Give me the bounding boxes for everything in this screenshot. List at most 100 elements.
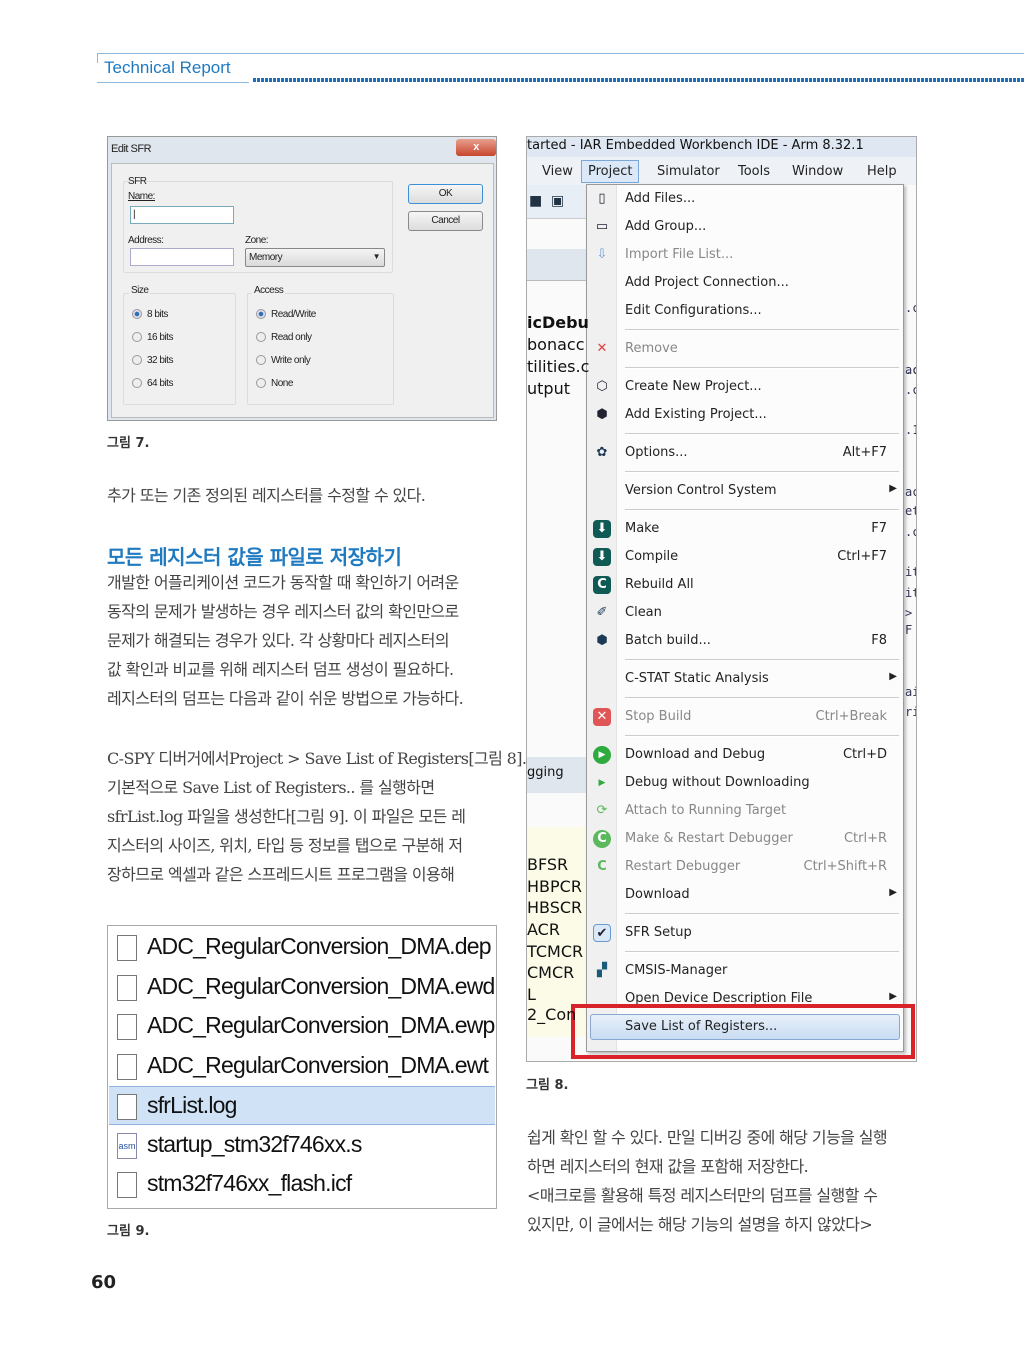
menu-item-clean[interactable]: ✐ Clean — [587, 599, 903, 627]
code-fragment: it — [905, 565, 916, 579]
menu-item-compile[interactable]: ⬇ Compile Ctrl+F7 — [587, 543, 903, 571]
radio-button-icon[interactable] — [256, 355, 266, 366]
menu-item-download-and-debug[interactable]: ▶ Download and Debug Ctrl+D — [587, 741, 903, 769]
file-row[interactable]: stm32f746xx_flash.icf — [109, 1165, 495, 1204]
menu-item-label: Add Existing Project... — [625, 407, 767, 422]
name-input[interactable]: | — [130, 206, 234, 224]
file-name: sfrList.log — [147, 1092, 237, 1118]
pane-text-fragment: icDebu — [527, 313, 589, 332]
menu-separator — [587, 325, 903, 335]
menu-item-restart-debugger[interactable]: C Restart Debugger Ctrl+Shift+R — [587, 853, 903, 881]
menu-separator — [587, 467, 903, 477]
menu-item-remove[interactable]: ✕ Remove — [587, 335, 903, 363]
compile-icon: ⬇ — [593, 548, 611, 566]
file-row[interactable]: ADC_RegularConversion_DMA.ewt — [109, 1047, 495, 1086]
figure-9-caption: 그림 9. — [107, 1224, 150, 1239]
menu-item-make[interactable]: ⬇ Make F7 — [587, 515, 903, 543]
zone-select[interactable]: Memory ▼ — [245, 248, 385, 267]
menu-item-add-group[interactable]: ▭ Add Group... — [587, 213, 903, 241]
menu-item-label: SFR Setup — [625, 925, 692, 940]
play-small-icon: ▶ — [598, 778, 606, 788]
menu-view[interactable]: View — [542, 164, 573, 179]
menu-item-create-new-project[interactable]: ⬡ Create New Project... — [587, 373, 903, 401]
menu-item-stop-build[interactable]: ✕ Stop Build Ctrl+Break — [587, 703, 903, 731]
code-fragment: ai — [905, 685, 916, 699]
radio-button-icon[interactable] — [132, 355, 142, 366]
menu-item-add-project-connection[interactable]: Add Project Connection... — [587, 269, 903, 297]
radio-button-icon[interactable] — [132, 309, 142, 320]
close-icon[interactable]: x — [456, 139, 496, 156]
radio-button-icon[interactable] — [132, 332, 142, 343]
radio-button-icon[interactable] — [132, 378, 142, 389]
menu-item-label: Debug without Downloading — [625, 775, 810, 790]
toolbar-save-all-icon[interactable]: ▣ — [551, 193, 564, 209]
menu-item-c-stat-static-analysis[interactable]: C-STAT Static Analysis ▶ — [587, 665, 903, 693]
header-dotted-rule — [253, 78, 1024, 82]
figure-7-caption: 그림 7. — [107, 436, 150, 451]
cmsis-icon: ▞ — [597, 963, 607, 978]
file-row[interactable]: ADC_RegularConversion_DMA.dep — [109, 928, 495, 967]
menu-item-label: Attach to Running Target — [625, 803, 787, 818]
size-radio-2[interactable]: 32 bits — [132, 355, 173, 366]
menu-item-cmsis-manager[interactable]: ▞ CMSIS-Manager — [587, 957, 903, 985]
menu-item-import-file-list[interactable]: ⇩ Import File List... — [587, 241, 903, 269]
radio-label: Write only — [271, 355, 311, 366]
access-radio-1[interactable]: Read only — [256, 332, 312, 343]
menu-help[interactable]: Help — [867, 164, 897, 179]
menu-item-batch-build[interactable]: ⬢ Batch build... F8 — [587, 627, 903, 655]
menu-item-attach-to-running-target[interactable]: ⟳ Attach to Running Target — [587, 797, 903, 825]
size-radio-3[interactable]: 64 bits — [132, 378, 173, 389]
text-line: C-SPY 디버거에서Project > Save List of Regist… — [107, 749, 527, 768]
radio-label: Read/Write — [271, 309, 316, 320]
size-radio-0[interactable]: 8 bits — [132, 309, 168, 320]
menu-item-sfr-setup[interactable]: ✔ SFR Setup — [587, 919, 903, 947]
menu-item-make-restart-debugger[interactable]: C Make & Restart Debugger Ctrl+R — [587, 825, 903, 853]
menu-simulator[interactable]: Simulator — [657, 164, 720, 179]
zone-label: Zone: — [245, 235, 269, 246]
menu-item-add-files[interactable]: ▯ Add Files... — [587, 185, 903, 213]
paragraph-2: C-SPY 디버거에서Project > Save List of Regist… — [107, 744, 527, 889]
code-fragment: F — [905, 623, 913, 637]
access-radio-3[interactable]: None — [256, 378, 293, 389]
file-row[interactable]: ADC_RegularConversion_DMA.ewp — [109, 1007, 495, 1046]
menu-item-options[interactable]: ✿ Options... Alt+F7 — [587, 439, 903, 467]
menu-item-label: Download and Debug — [625, 747, 766, 762]
address-input[interactable] — [130, 248, 234, 266]
menu-item-debug-without-downloading[interactable]: ▶ Debug without Downloading — [587, 769, 903, 797]
file-row[interactable]: ADC_RegularConversion_DMA.ewd — [109, 968, 495, 1007]
file-row[interactable]: sfrList.log — [109, 1086, 495, 1125]
menu-window[interactable]: Window — [792, 164, 843, 179]
file-icon — [117, 935, 137, 961]
submenu-arrow-icon: ▶ — [889, 991, 897, 1002]
code-fragment: ac — [905, 485, 916, 499]
menu-item-rebuild-all[interactable]: C Rebuild All — [587, 571, 903, 599]
code-fragment: it — [905, 586, 916, 600]
menu-item-label: Edit Configurations... — [625, 303, 762, 318]
attach-icon: ⟳ — [596, 803, 608, 818]
pane-text-fragment: L — [527, 985, 536, 1004]
size-radio-1[interactable]: 16 bits — [132, 332, 173, 343]
submenu-arrow-icon: ▶ — [889, 671, 897, 682]
cancel-button[interactable]: Cancel — [408, 211, 483, 231]
page-number: 60 — [91, 1272, 117, 1293]
menu-item-download[interactable]: Download ▶ — [587, 881, 903, 909]
radio-button-icon[interactable] — [256, 332, 266, 343]
menu-item-label: Rebuild All — [625, 577, 694, 592]
radio-button-icon[interactable] — [256, 378, 266, 389]
name-label: Name: — [128, 191, 155, 202]
menu-item-edit-configurations[interactable]: Edit Configurations... — [587, 297, 903, 325]
access-radio-0[interactable]: Read/Write — [256, 309, 316, 320]
menu-tools[interactable]: Tools — [738, 164, 770, 179]
file-row[interactable]: asm startup_stm32f746xx.s — [109, 1126, 495, 1165]
text-line: 레지스터의 덤프는 다음과 같이 쉬운 방법으로 가능하다. — [107, 689, 464, 708]
toolbar-save-icon[interactable]: ■ — [529, 193, 542, 209]
access-radio-2[interactable]: Write only — [256, 355, 311, 366]
stop-icon: ✕ — [593, 708, 611, 726]
menu-separator — [587, 731, 903, 741]
text-line: 동작의 문제가 발생하는 경우 레지스터 값의 확인만으로 — [107, 602, 459, 621]
menu-item-add-existing-project[interactable]: ⬢ Add Existing Project... — [587, 401, 903, 429]
ok-button[interactable]: OK — [408, 184, 483, 204]
menu-item-version-control-system[interactable]: Version Control System ▶ — [587, 477, 903, 505]
menu-project[interactable]: Project — [581, 160, 640, 183]
radio-button-icon[interactable] — [256, 309, 266, 320]
